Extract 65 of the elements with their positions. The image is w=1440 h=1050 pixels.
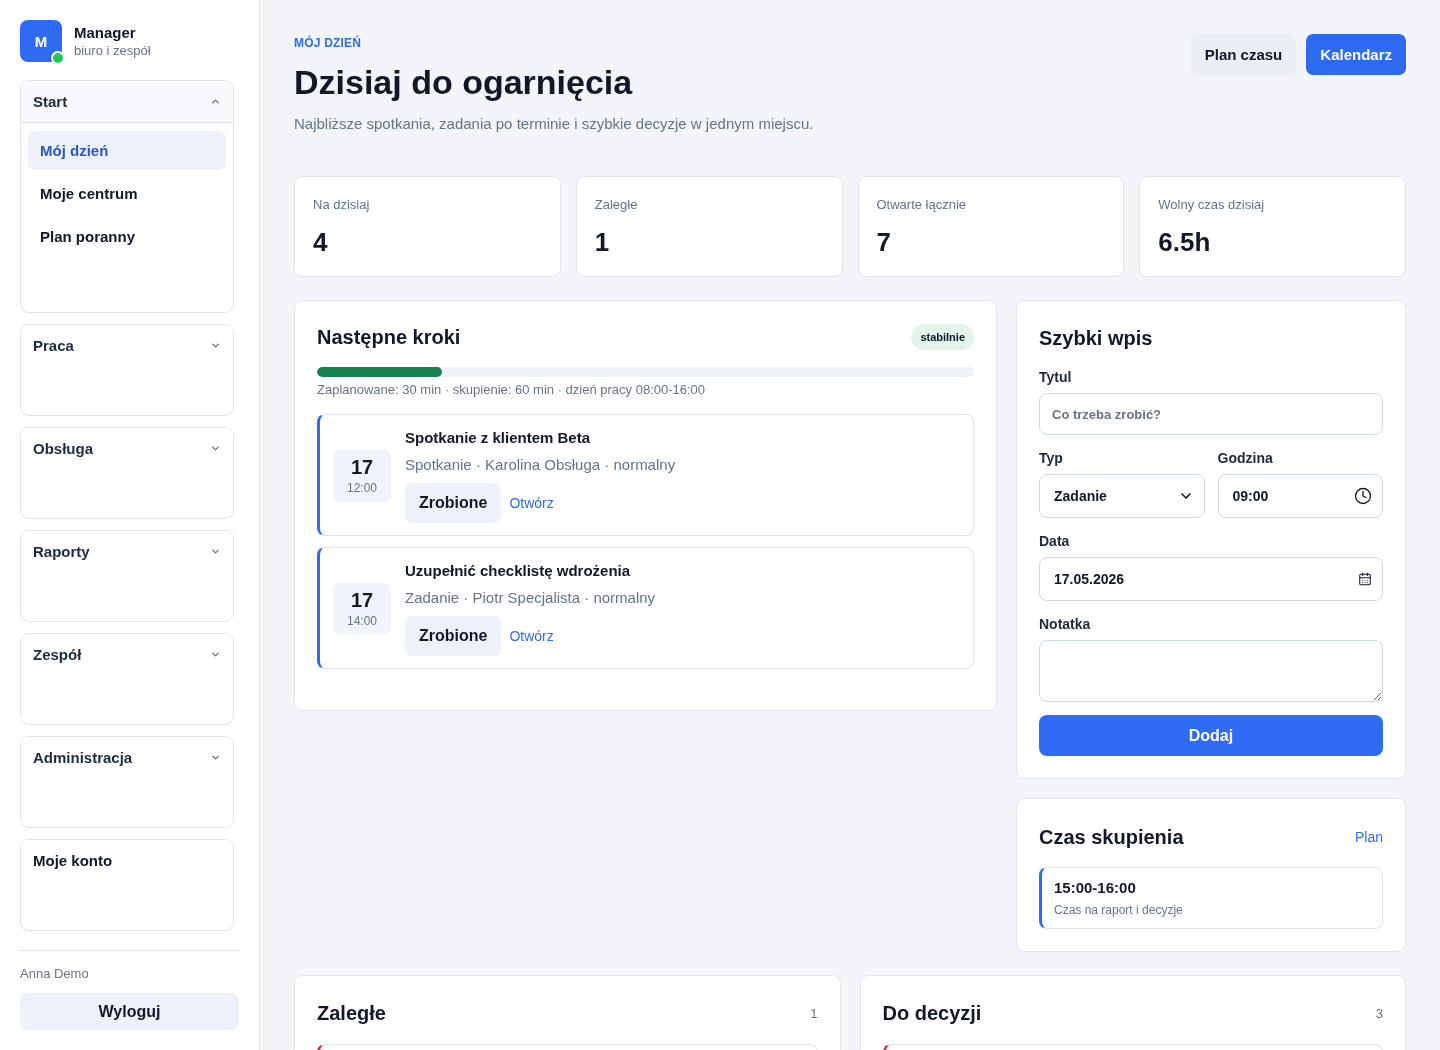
item-count: 3 [1375, 1005, 1383, 1021]
stat-label: Otwarte łącznie [876, 197, 968, 213]
field-label: Data [1039, 533, 1071, 549]
field-label: Typ [1039, 450, 1064, 466]
chevron-down-icon [210, 443, 221, 454]
stat-label: Zaległe [594, 197, 639, 213]
date-field[interactable]: 17.05.2026 [1039, 557, 1383, 601]
card-title: Zaległe [317, 1001, 386, 1026]
status-badge: stabilnie [911, 324, 974, 350]
stat-label: Na dzisiaj [313, 197, 371, 213]
focus-description: Czas na raport i decyzje [1054, 903, 1184, 918]
brand-subtitle: biuro i zespół [74, 43, 151, 58]
type-select[interactable]: Zadanie [1039, 474, 1205, 518]
date-day: 17 [350, 456, 374, 478]
stat-label: Wolny czas dzisiaj [1158, 197, 1266, 213]
page-eyebrow: MÓJ DZIEŃ [294, 36, 363, 50]
nav-item[interactable]: Plan poranny [28, 217, 226, 256]
date-time: 12:00 [347, 481, 377, 495]
focus-time: 15:00-16:00 [1054, 878, 1137, 898]
page-title: Dzisiaj do ogarnięcia [294, 62, 634, 102]
add-button[interactable]: Dodaj [1039, 715, 1383, 756]
task-meta: Spotkanie · Karolina Obsługa · normalny [405, 455, 676, 475]
card-title: Następne kroki [317, 325, 461, 350]
chevron-down-icon [210, 546, 221, 557]
logo-letter: M [34, 32, 48, 50]
logout-button[interactable]: Wyloguj [20, 993, 239, 1030]
note-textarea[interactable] [1039, 640, 1383, 702]
title-input[interactable]: Co trzeba zrobić? [1039, 393, 1383, 435]
stat-value: 4 [313, 227, 329, 257]
secondary-button[interactable]: Plan czasu [1190, 34, 1297, 75]
brand-name: Manager [74, 24, 137, 41]
chevron-up-icon [210, 96, 221, 107]
card-title: Do decyzji [882, 1001, 982, 1026]
item-count: 1 [810, 1005, 818, 1021]
clock-icon [1354, 487, 1372, 505]
task-title: Uzupełnić checklistę wdrożenia [405, 561, 632, 581]
done-button[interactable]: Zrobione [405, 616, 502, 656]
open-link[interactable]: Otwórz [509, 495, 554, 511]
card-title: Czas skupienia [1039, 825, 1184, 850]
primary-button[interactable]: Kalendarz [1306, 34, 1406, 75]
nav-group-header[interactable]: Start [21, 81, 233, 123]
chevron-down-icon [210, 649, 221, 660]
chevron-down-icon [210, 752, 221, 763]
plan-link[interactable]: Plan [1354, 829, 1383, 845]
nav-item[interactable]: Moje centrum [28, 174, 226, 213]
card-title: Szybki wpis [1039, 326, 1154, 351]
field-label: Godzina [1217, 450, 1274, 466]
task-title: Spotkanie z klientem Beta [405, 428, 592, 448]
date-time: 14:00 [347, 614, 377, 628]
field-label: Notatka [1039, 616, 1092, 632]
field-label: Tytul [1039, 369, 1073, 385]
nav-item[interactable]: Mój dzień [28, 131, 226, 170]
page-subtitle: Najbliższe spotkania, zadania po terminie i szybkie decyzje w jednym miejscu. [294, 114, 814, 134]
schedule-summary: Zaplanowane: 30 min · skupienie: 60 min · dzień pracy 08:00-16:00 [317, 382, 707, 398]
time-field[interactable]: 09:00 [1217, 474, 1383, 518]
open-link[interactable]: Otwórz [509, 628, 554, 644]
user-name: Anna Demo [20, 966, 90, 982]
chevron-down-icon [210, 340, 221, 351]
stat-value: 1 [594, 227, 611, 257]
task-meta: Zadanie · Piotr Specjalista · normalny [405, 588, 656, 608]
stat-value: 6.5h [1158, 227, 1212, 257]
date-day: 17 [350, 589, 374, 611]
stat-value: 7 [876, 227, 892, 257]
calendar-icon [1358, 572, 1372, 586]
done-button[interactable]: Zrobione [405, 483, 502, 523]
